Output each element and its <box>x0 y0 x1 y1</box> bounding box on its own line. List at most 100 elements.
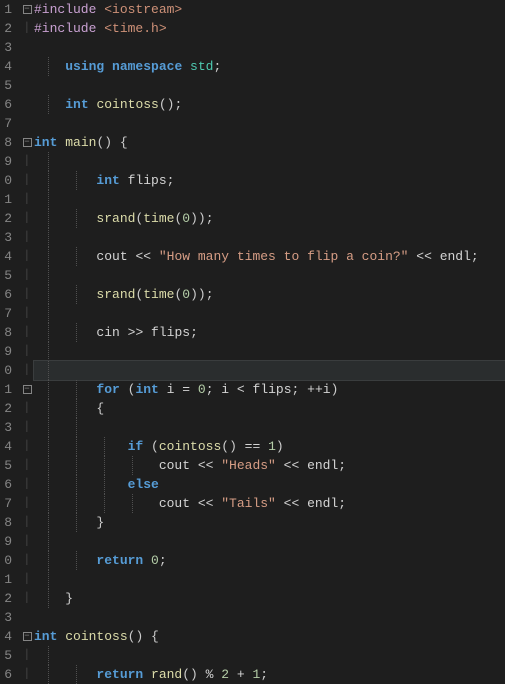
code-line[interactable]: { <box>34 399 505 418</box>
code-line[interactable]: cout << "How many times to flip a coin?"… <box>34 247 505 266</box>
code-line[interactable]: #include <time.h> <box>34 19 505 38</box>
fold-guide-icon: │ <box>20 551 34 570</box>
indent-guide <box>76 418 77 437</box>
line-number: 8 <box>0 133 12 152</box>
code-editor[interactable]: #include <iostream>#include <time.h> usi… <box>34 0 505 681</box>
line-number: 8 <box>0 513 12 532</box>
code-token: using <box>65 59 112 74</box>
indent-guide <box>104 456 105 475</box>
code-token: ; <box>471 249 479 264</box>
line-number: 5 <box>0 456 12 475</box>
fold-guide-icon: │ <box>20 19 34 38</box>
code-token: cin <box>96 325 127 340</box>
indent-whitespace <box>34 591 65 606</box>
fold-toggle-icon[interactable]: − <box>20 380 34 399</box>
code-token: else <box>128 477 159 492</box>
code-line[interactable]: int main() { <box>34 133 505 152</box>
code-line[interactable]: return rand() % 2 + 1; <box>34 665 505 684</box>
code-token: ; <box>292 382 308 397</box>
code-line[interactable] <box>34 76 505 95</box>
code-token: i <box>167 382 183 397</box>
code-line[interactable] <box>34 342 505 361</box>
indent-whitespace <box>34 382 96 397</box>
code-line[interactable]: cin >> flips; <box>34 323 505 342</box>
code-line[interactable] <box>34 608 505 627</box>
indent-whitespace <box>34 325 96 340</box>
line-number: 5 <box>0 646 12 665</box>
code-line[interactable]: } <box>34 513 505 532</box>
code-token: 1 <box>268 439 276 454</box>
code-line[interactable] <box>34 114 505 133</box>
fold-toggle-icon[interactable]: − <box>20 133 34 152</box>
code-line[interactable] <box>34 570 505 589</box>
indent-guide <box>48 190 49 209</box>
code-token: cointoss <box>159 439 221 454</box>
code-line[interactable] <box>34 190 505 209</box>
code-token: << <box>276 458 307 473</box>
code-line[interactable] <box>34 228 505 247</box>
fold-guide-icon: │ <box>20 418 34 437</box>
line-number: 1 <box>0 0 12 19</box>
indent-guide <box>76 475 77 494</box>
indent-whitespace <box>34 648 65 663</box>
indent-guide <box>76 665 77 684</box>
code-token: 0 <box>198 382 206 397</box>
indent-guide <box>48 418 49 437</box>
code-line[interactable]: cout << "Tails" << endl; <box>34 494 505 513</box>
indent-guide <box>48 570 49 589</box>
code-token: i <box>323 382 331 397</box>
code-line[interactable]: int flips; <box>34 171 505 190</box>
code-line[interactable] <box>34 418 505 437</box>
indent-guide <box>76 380 77 399</box>
line-number: 7 <box>0 494 12 513</box>
code-token: << <box>198 458 221 473</box>
code-token: <time.h> <box>104 21 166 36</box>
indent-guide <box>48 589 49 608</box>
fold-empty <box>20 608 34 627</box>
indent-guide <box>48 152 49 171</box>
code-line[interactable]: for (int i = 0; i < flips; ++i) <box>34 380 505 399</box>
code-line[interactable] <box>34 266 505 285</box>
indent-whitespace <box>34 420 96 435</box>
fold-guide-icon: │ <box>20 361 34 380</box>
code-line[interactable]: srand(time(0)); <box>34 285 505 304</box>
code-line[interactable]: int cointoss() { <box>34 627 505 646</box>
code-line[interactable]: if (cointoss() == 1) <box>34 437 505 456</box>
code-line[interactable]: else <box>34 475 505 494</box>
code-line[interactable] <box>34 646 505 665</box>
line-number: 4 <box>0 437 12 456</box>
fold-empty <box>20 76 34 95</box>
fold-toggle-icon[interactable]: − <box>20 0 34 19</box>
fold-toggle-icon[interactable]: − <box>20 627 34 646</box>
code-line[interactable]: #include <iostream> <box>34 0 505 19</box>
indent-whitespace <box>34 249 96 264</box>
code-line[interactable]: return 0; <box>34 551 505 570</box>
code-token: ; <box>167 173 175 188</box>
fold-guide-icon: │ <box>20 589 34 608</box>
code-token: cointoss <box>96 97 158 112</box>
fold-empty <box>20 38 34 57</box>
code-line[interactable]: cout << "Heads" << endl; <box>34 456 505 475</box>
code-token: >> <box>128 325 151 340</box>
indent-guide <box>48 266 49 285</box>
code-line[interactable] <box>34 38 505 57</box>
code-line[interactable] <box>34 304 505 323</box>
code-line[interactable] <box>34 532 505 551</box>
code-token: return <box>96 667 151 682</box>
fold-guide-icon: │ <box>20 570 34 589</box>
code-token: cout <box>96 249 135 264</box>
code-line[interactable] <box>34 152 505 171</box>
code-token: ; <box>338 496 346 511</box>
indent-guide <box>76 513 77 532</box>
fold-guide-icon: │ <box>20 266 34 285</box>
code-line[interactable]: srand(time(0)); <box>34 209 505 228</box>
code-line[interactable]: } <box>34 589 505 608</box>
code-token: % <box>206 667 222 682</box>
code-line[interactable]: int cointoss(); <box>34 95 505 114</box>
code-token: time <box>143 287 174 302</box>
indent-guide <box>48 437 49 456</box>
code-line[interactable]: using namespace std; <box>34 57 505 76</box>
code-line[interactable] <box>34 361 505 380</box>
code-token: () <box>128 629 151 644</box>
fold-guide-icon: │ <box>20 456 34 475</box>
